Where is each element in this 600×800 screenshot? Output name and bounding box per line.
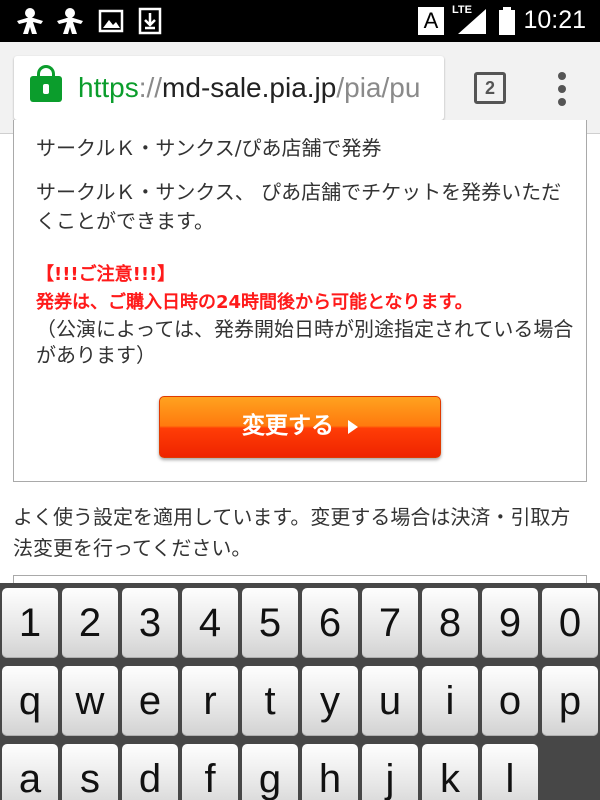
clock: 10:21 <box>523 6 586 34</box>
url-text: https://md-sale.pia.jp/pia/pu <box>78 71 420 105</box>
key-9[interactable]: 9 <box>482 588 538 658</box>
key-t[interactable]: t <box>242 666 298 736</box>
change-button-label: 変更する <box>242 413 334 439</box>
key-f[interactable]: f <box>182 744 238 800</box>
url-host: md-sale.pia.jp <box>162 72 337 103</box>
key-u[interactable]: u <box>362 666 418 736</box>
key-4[interactable]: 4 <box>182 588 238 658</box>
pickup-method-panel: サークルＫ・サンクス/ぴあ店舗で発券 サークルＫ・サンクス、 ぴあ店舗でチケット… <box>13 120 587 482</box>
lock-icon <box>30 65 62 102</box>
input-method-indicator: A <box>418 7 444 35</box>
url-separator: :// <box>138 72 163 103</box>
signal-icon <box>458 9 486 34</box>
notification-icon <box>57 8 83 34</box>
key-5[interactable]: 5 <box>242 588 298 658</box>
url-path: /pia/pu <box>336 72 421 103</box>
menu-icon[interactable] <box>550 72 574 106</box>
key-h[interactable]: h <box>302 744 358 800</box>
status-bar: A LTE 10:21 <box>0 0 600 42</box>
notification-icon <box>17 8 43 34</box>
key-p[interactable]: p <box>542 666 598 736</box>
key-e[interactable]: e <box>122 666 178 736</box>
key-g[interactable]: g <box>242 744 298 800</box>
warning-text: 発券は、ご購入日時の24時間後から可能となります。 <box>36 292 473 313</box>
arrow-right-icon <box>348 419 358 434</box>
key-q[interactable]: q <box>2 666 58 736</box>
tab-switcher-button[interactable]: 2 <box>474 72 506 104</box>
key-s[interactable]: s <box>62 744 118 800</box>
section-title: サークルＫ・サンクス/ぴあ店舗で発券 <box>36 136 382 160</box>
key-l[interactable]: l <box>482 744 538 800</box>
key-8[interactable]: 8 <box>422 588 478 658</box>
key-3[interactable]: 3 <box>122 588 178 658</box>
url-bar[interactable]: https://md-sale.pia.jp/pia/pu <box>14 56 444 120</box>
key-2[interactable]: 2 <box>62 588 118 658</box>
battery-icon <box>499 7 515 35</box>
download-icon <box>138 7 162 35</box>
url-scheme: https <box>78 72 139 103</box>
key-j[interactable]: j <box>362 744 418 800</box>
key-r[interactable]: r <box>182 666 238 736</box>
pickup-description: サークルＫ・サンクス、 ぴあ店舗でチケットを発券いただくことができます。 <box>36 180 562 233</box>
schedule-note: （公演によっては、発券開始日時が別途指定されている場合があります） <box>36 317 574 367</box>
warning-heading: 【!!!ご注意!!!】 <box>36 264 176 285</box>
key-0[interactable]: 0 <box>542 588 598 658</box>
settings-info-text: よく使う設定を適用しています。変更する場合は決済・引取方法変更を行ってください。 <box>13 505 571 560</box>
key-d[interactable]: d <box>122 744 178 800</box>
key-o[interactable]: o <box>482 666 538 736</box>
key-1[interactable]: 1 <box>2 588 58 658</box>
key-6[interactable]: 6 <box>302 588 358 658</box>
change-button[interactable]: 変更する <box>159 396 441 458</box>
key-k[interactable]: k <box>422 744 478 800</box>
key-w[interactable]: w <box>62 666 118 736</box>
key-y[interactable]: y <box>302 666 358 736</box>
key-7[interactable]: 7 <box>362 588 418 658</box>
image-icon <box>98 9 124 33</box>
key-i[interactable]: i <box>422 666 478 736</box>
on-screen-keyboard: 1 2 3 4 5 6 7 8 9 0 q w e r t y u i o p … <box>0 583 600 800</box>
key-a[interactable]: a <box>2 744 58 800</box>
